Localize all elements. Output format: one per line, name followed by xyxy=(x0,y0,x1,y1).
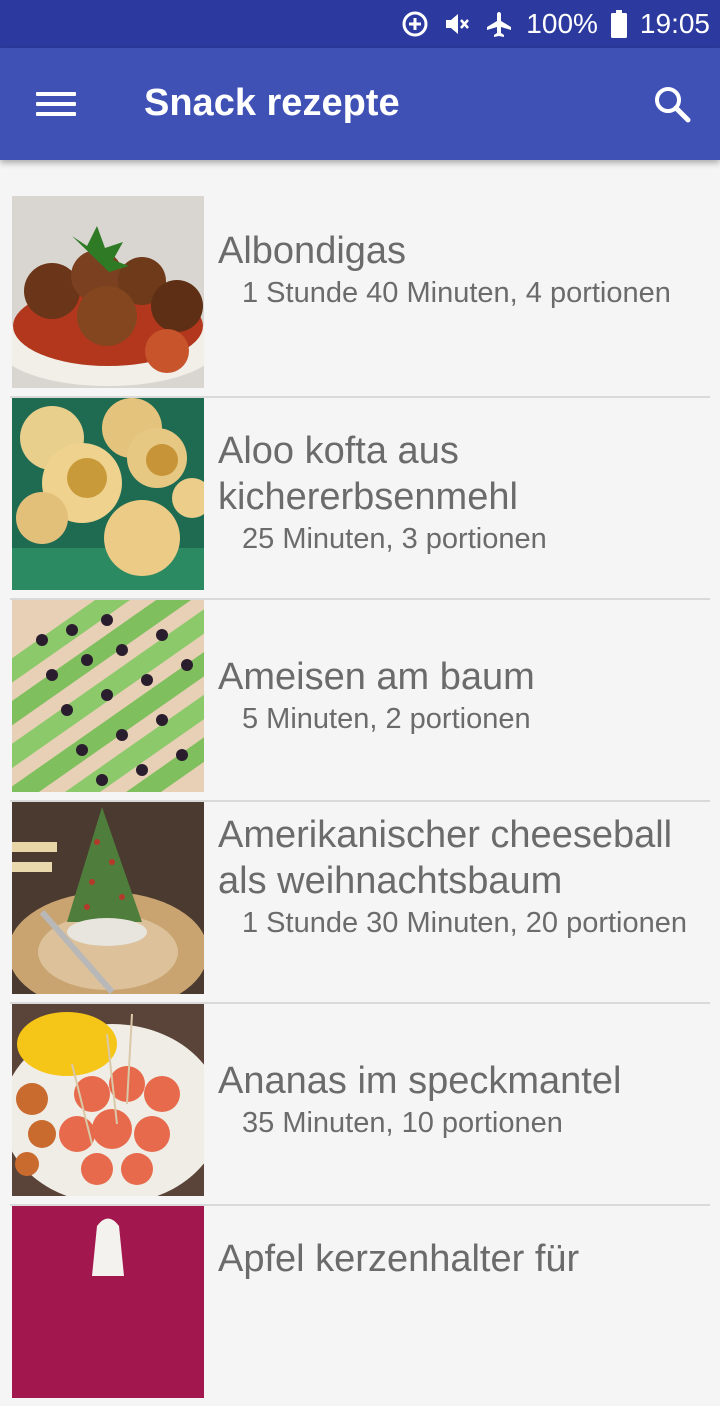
battery-icon xyxy=(610,9,628,39)
recipe-title: Ameisen am baum xyxy=(218,656,535,698)
hamburger-menu-icon[interactable] xyxy=(36,88,76,120)
recipe-thumbnail xyxy=(12,1206,204,1398)
recipe-meta: 35 Minuten, 10 portionen xyxy=(242,1107,563,1139)
list-item[interactable]: Apfel kerzenhalter für xyxy=(10,1206,710,1406)
recipe-title: Aloo kofta aus kichererbsenmehl xyxy=(218,430,518,518)
recipe-meta: 1 Stunde 40 Minuten, 4 portionen xyxy=(242,277,671,309)
recipe-text: Aloo kofta aus kichererbsenmehl 25 Minut… xyxy=(218,428,710,558)
page-title: Snack rezepte xyxy=(144,82,400,124)
status-bar: 100% 19:05 xyxy=(0,0,720,48)
list-item[interactable]: Amerikanischer cheeseball als weihnachts… xyxy=(10,802,710,1004)
app-bar: Snack rezepte xyxy=(0,48,720,160)
list-item[interactable]: Ameisen am baum 5 Minuten, 2 portionen xyxy=(10,600,710,802)
search-icon[interactable] xyxy=(650,82,694,126)
recipe-thumbnail xyxy=(12,398,204,590)
recipe-text: Albondigas 1 Stunde 40 Minuten, 4 portio… xyxy=(218,228,710,312)
recipe-meta: 5 Minuten, 2 portionen xyxy=(242,703,531,735)
data-saver-icon xyxy=(400,9,430,39)
recipe-title: Albondigas xyxy=(218,230,407,272)
recipe-thumbnail xyxy=(12,600,204,792)
recipe-title: Apfel kerzenhalter für xyxy=(218,1238,580,1280)
recipe-text: Apfel kerzenhalter für xyxy=(218,1236,710,1282)
recipe-title: Ananas im speckmantel xyxy=(218,1060,622,1102)
recipe-meta: 1 Stunde 30 Minuten, 20 portionen xyxy=(242,907,687,939)
battery-percent: 100% xyxy=(526,8,598,39)
recipe-thumbnail xyxy=(12,196,204,388)
list-item[interactable]: Aloo kofta aus kichererbsenmehl 25 Minut… xyxy=(10,398,710,600)
recipe-thumbnail xyxy=(12,802,204,994)
recipe-title: Amerikanischer cheeseball als weihnachts… xyxy=(218,814,673,902)
recipe-thumbnail xyxy=(12,1004,204,1196)
list-item[interactable]: Albondigas 1 Stunde 40 Minuten, 4 portio… xyxy=(10,196,710,398)
recipe-text: Ananas im speckmantel 35 Minuten, 10 por… xyxy=(218,1058,710,1142)
recipe-text: Ameisen am baum 5 Minuten, 2 portionen xyxy=(218,654,710,738)
recipe-meta: 25 Minuten, 3 portionen xyxy=(242,523,547,555)
clock: 19:05 xyxy=(639,8,710,39)
airplane-icon xyxy=(484,9,514,39)
recipe-text: Amerikanischer cheeseball als weihnachts… xyxy=(218,812,710,942)
mute-icon xyxy=(442,9,472,39)
list-item[interactable]: Ananas im speckmantel 35 Minuten, 10 por… xyxy=(10,1004,710,1206)
